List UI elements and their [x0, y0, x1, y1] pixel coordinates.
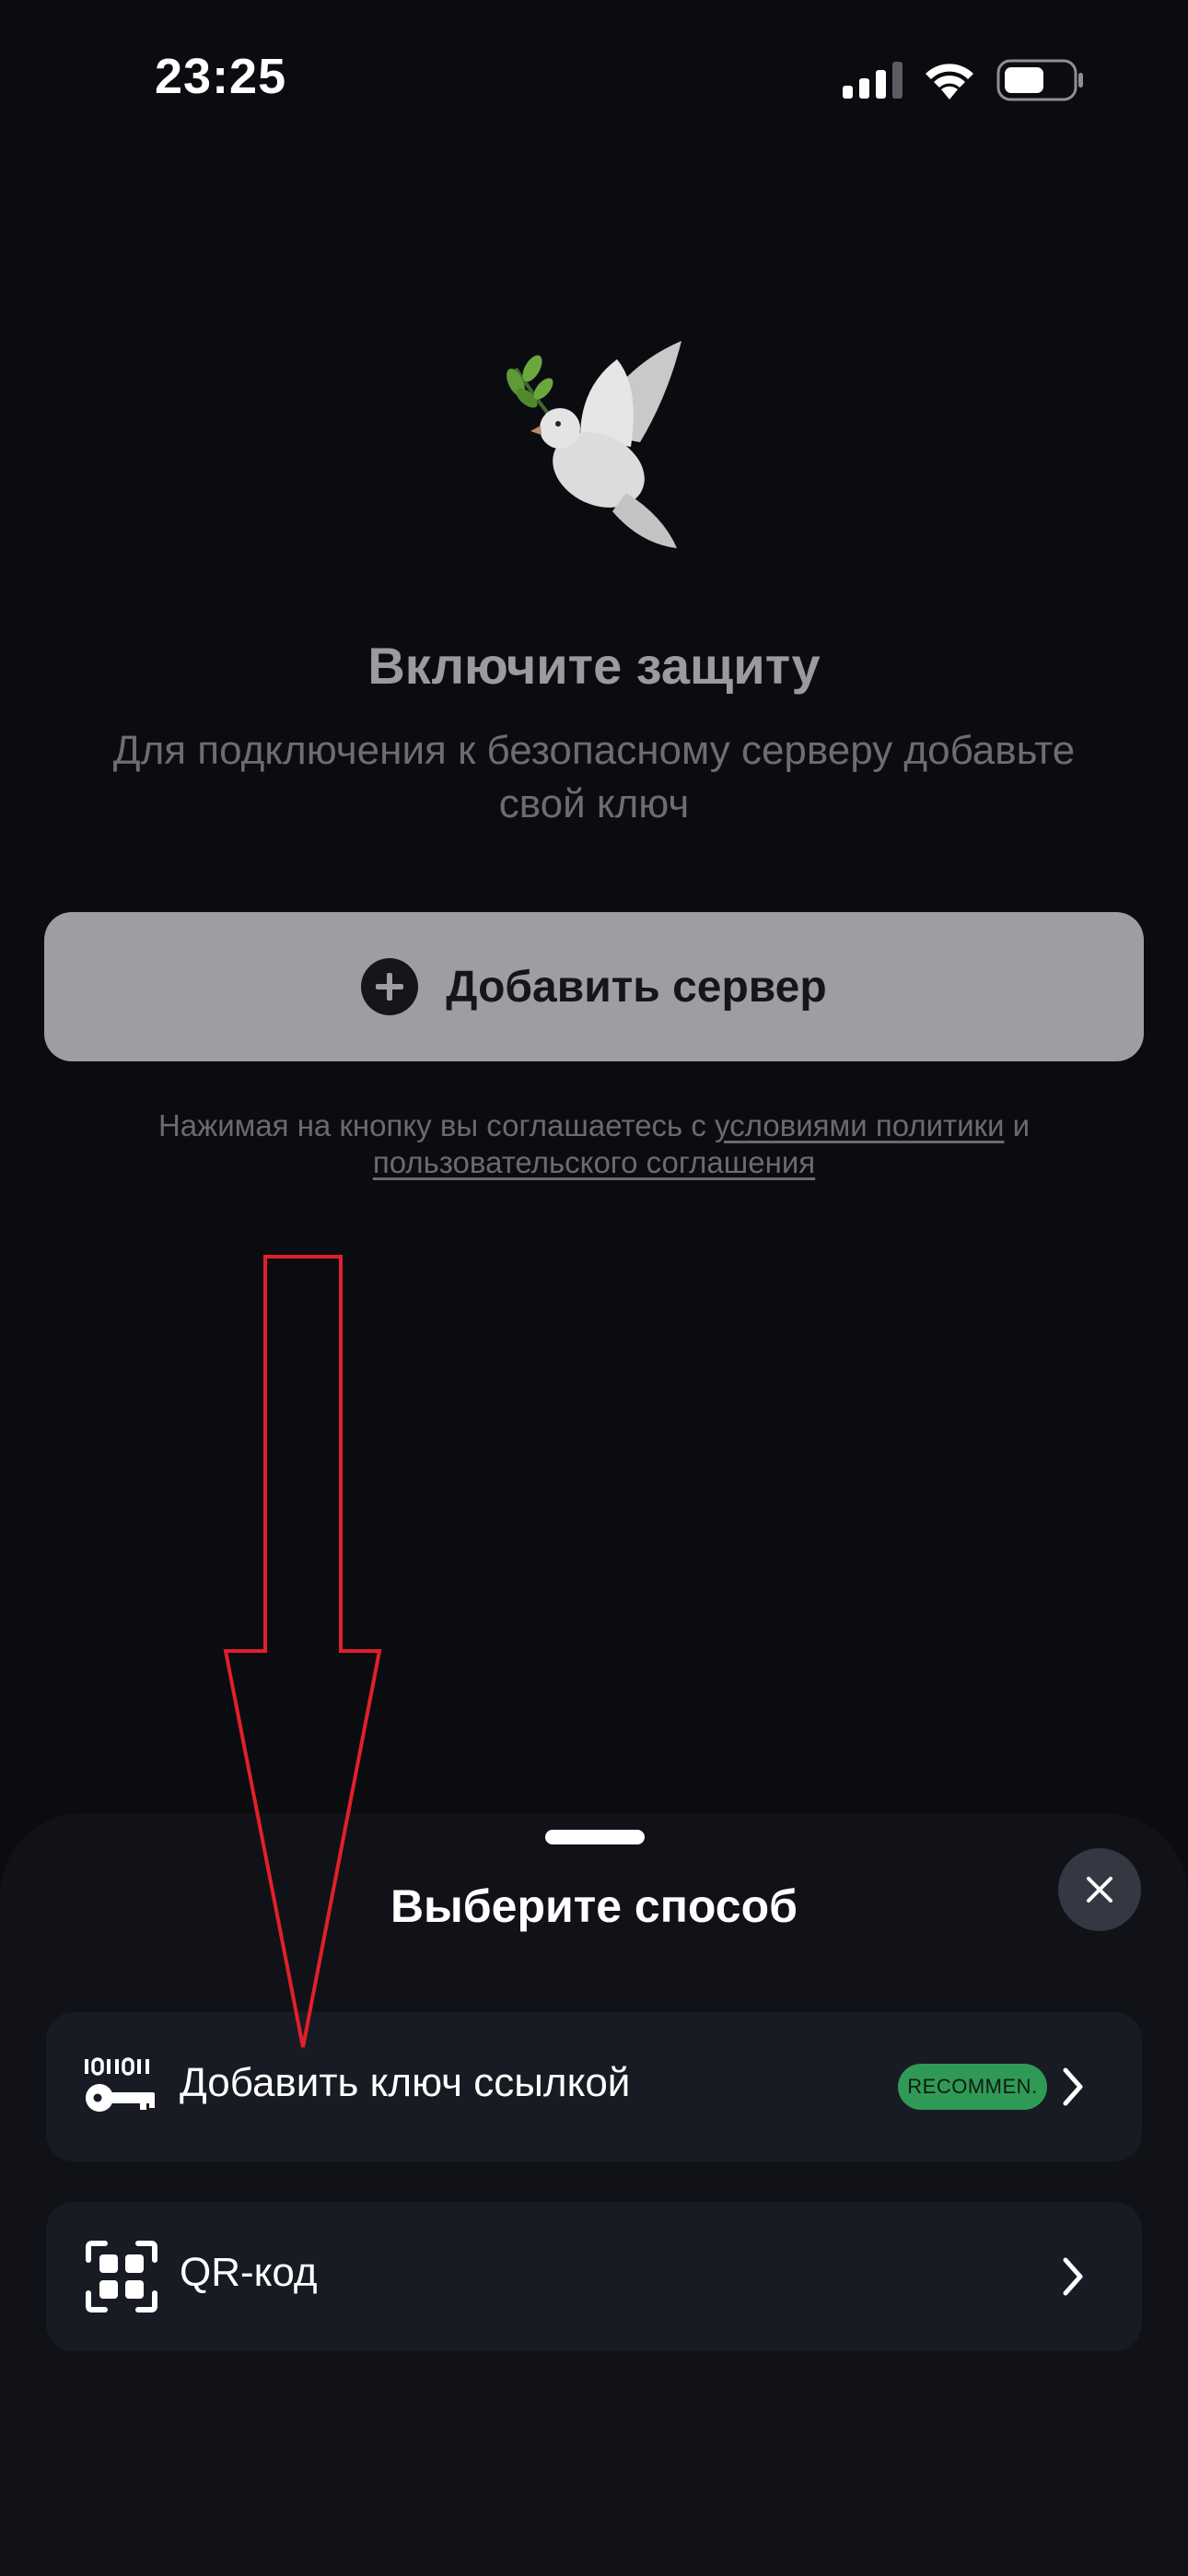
option-add-key-link[interactable]: Добавить ключ ссылкой RECOMMEN.: [46, 2012, 1142, 2161]
consent-and: и: [1012, 1108, 1031, 1142]
binary-key-icon: [85, 2057, 155, 2112]
close-icon: [1087, 1877, 1112, 1903]
option-qr-code[interactable]: QR-код: [46, 2202, 1142, 2351]
add-server-label: Добавить сервер: [446, 962, 827, 1012]
add-server-button[interactable]: Добавить сервер: [44, 912, 1144, 1061]
sheet-handle[interactable]: [545, 1830, 645, 1844]
plus-circle-icon: [361, 958, 419, 1015]
method-bottom-sheet: Выберите способ Добавить ключ ссылкой RE…: [0, 1813, 1188, 2576]
qr-code-icon: [86, 2241, 157, 2313]
policy-link[interactable]: условиями политики: [715, 1108, 1004, 1142]
sheet-title: Выберите способ: [390, 1880, 798, 1932]
chevron-right-icon: [1063, 2257, 1083, 2296]
wifi-icon: [926, 64, 973, 100]
consent-prefix: Нажимая на кнопку вы соглашаетесь с: [157, 1108, 706, 1142]
battery-icon: [996, 59, 1083, 101]
consent-text: Нажимая на кнопку вы соглашаетесь с усло…: [55, 1107, 1133, 1181]
chevron-right-icon: [1063, 2067, 1083, 2106]
status-bar: 23:25: [0, 0, 1188, 157]
close-button[interactable]: [1058, 1848, 1141, 1931]
page-subtitle: Для подключения к безопасному серверу до…: [112, 728, 1076, 826]
option-label: Добавить ключ ссылкой: [180, 2060, 631, 2105]
user-agreement-link[interactable]: пользовательского соглашения: [373, 1145, 815, 1179]
recommended-badge: RECOMMEN.: [898, 2064, 1047, 2110]
status-time: 23:25: [155, 49, 287, 104]
page-title: Включите защиту: [367, 637, 821, 695]
dove-icon: [507, 341, 681, 548]
signal-icon: [843, 62, 903, 99]
option-label: QR-код: [180, 2250, 318, 2295]
